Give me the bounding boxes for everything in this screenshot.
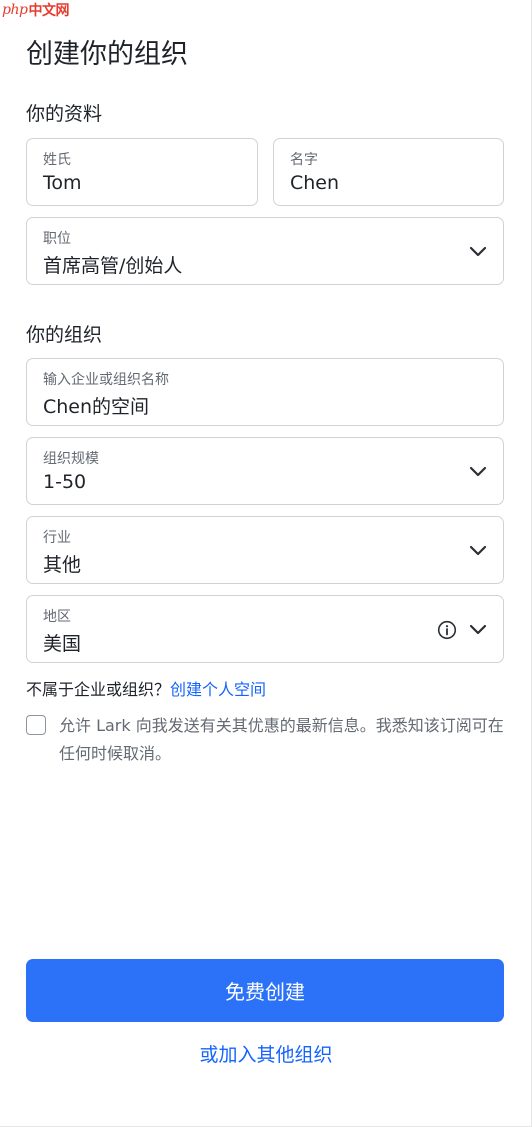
profile-section-title: 你的资料 — [26, 103, 103, 125]
region-select[interactable]: 地区 美国 — [26, 595, 504, 663]
organization-size-select[interactable]: 组织规模 1-50 — [26, 437, 504, 505]
last-name-field[interactable]: 姓氏 Tom — [26, 138, 258, 206]
last-name-value[interactable]: Tom — [43, 172, 82, 194]
industry-label: 行业 — [43, 530, 71, 546]
join-other-organization-link[interactable]: 或加入其他组织 — [0, 1040, 532, 1067]
consent-text: 允许 Lark 向我发送有关其优惠的最新信息。我悉知该订阅可在任何时候取消。 — [59, 716, 504, 763]
organization-size-label: 组织规模 — [43, 451, 99, 467]
chevron-down-icon[interactable] — [469, 622, 487, 636]
create-free-button[interactable]: 免费创建 — [26, 959, 504, 1022]
personal-question: 不属于企业或组织？ — [26, 680, 171, 699]
region-value: 美国 — [43, 633, 82, 655]
organization-name-field[interactable]: 输入企业或组织名称 Chen的空间 — [26, 358, 504, 426]
position-label: 职位 — [43, 231, 71, 247]
organization-size-value: 1-50 — [43, 471, 87, 493]
personal-space-row: 不属于企业或组织？创建个人空间 — [26, 676, 266, 700]
first-name-field[interactable]: 名字 Chen — [273, 138, 504, 206]
watermark-prefix: php — [2, 2, 28, 18]
first-name-value[interactable]: Chen — [290, 172, 339, 194]
organization-name-label: 输入企业或组织名称 — [43, 372, 169, 388]
position-select[interactable]: 职位 首席高管/创始人 — [26, 217, 504, 285]
position-value: 首席高管/创始人 — [43, 255, 183, 277]
watermark-logo: php 中文网 — [2, 0, 69, 20]
chevron-down-icon[interactable] — [469, 543, 487, 557]
info-icon[interactable] — [437, 620, 457, 640]
industry-select[interactable]: 行业 其他 — [26, 516, 504, 584]
chevron-down-icon[interactable] — [469, 464, 487, 478]
chevron-down-icon[interactable] — [469, 244, 487, 258]
last-name-label: 姓氏 — [43, 152, 71, 168]
watermark-text: 中文网 — [28, 3, 69, 19]
region-label: 地区 — [43, 609, 71, 625]
first-name-label: 名字 — [290, 152, 318, 168]
industry-value: 其他 — [43, 554, 82, 576]
organization-name-value[interactable]: Chen的空间 — [43, 392, 149, 419]
organization-section-title: 你的组织 — [26, 324, 103, 346]
consent-checkbox[interactable] — [26, 715, 46, 735]
create-personal-space-link[interactable]: 创建个人空间 — [170, 680, 266, 699]
page-title: 创建你的组织 — [26, 39, 188, 70]
